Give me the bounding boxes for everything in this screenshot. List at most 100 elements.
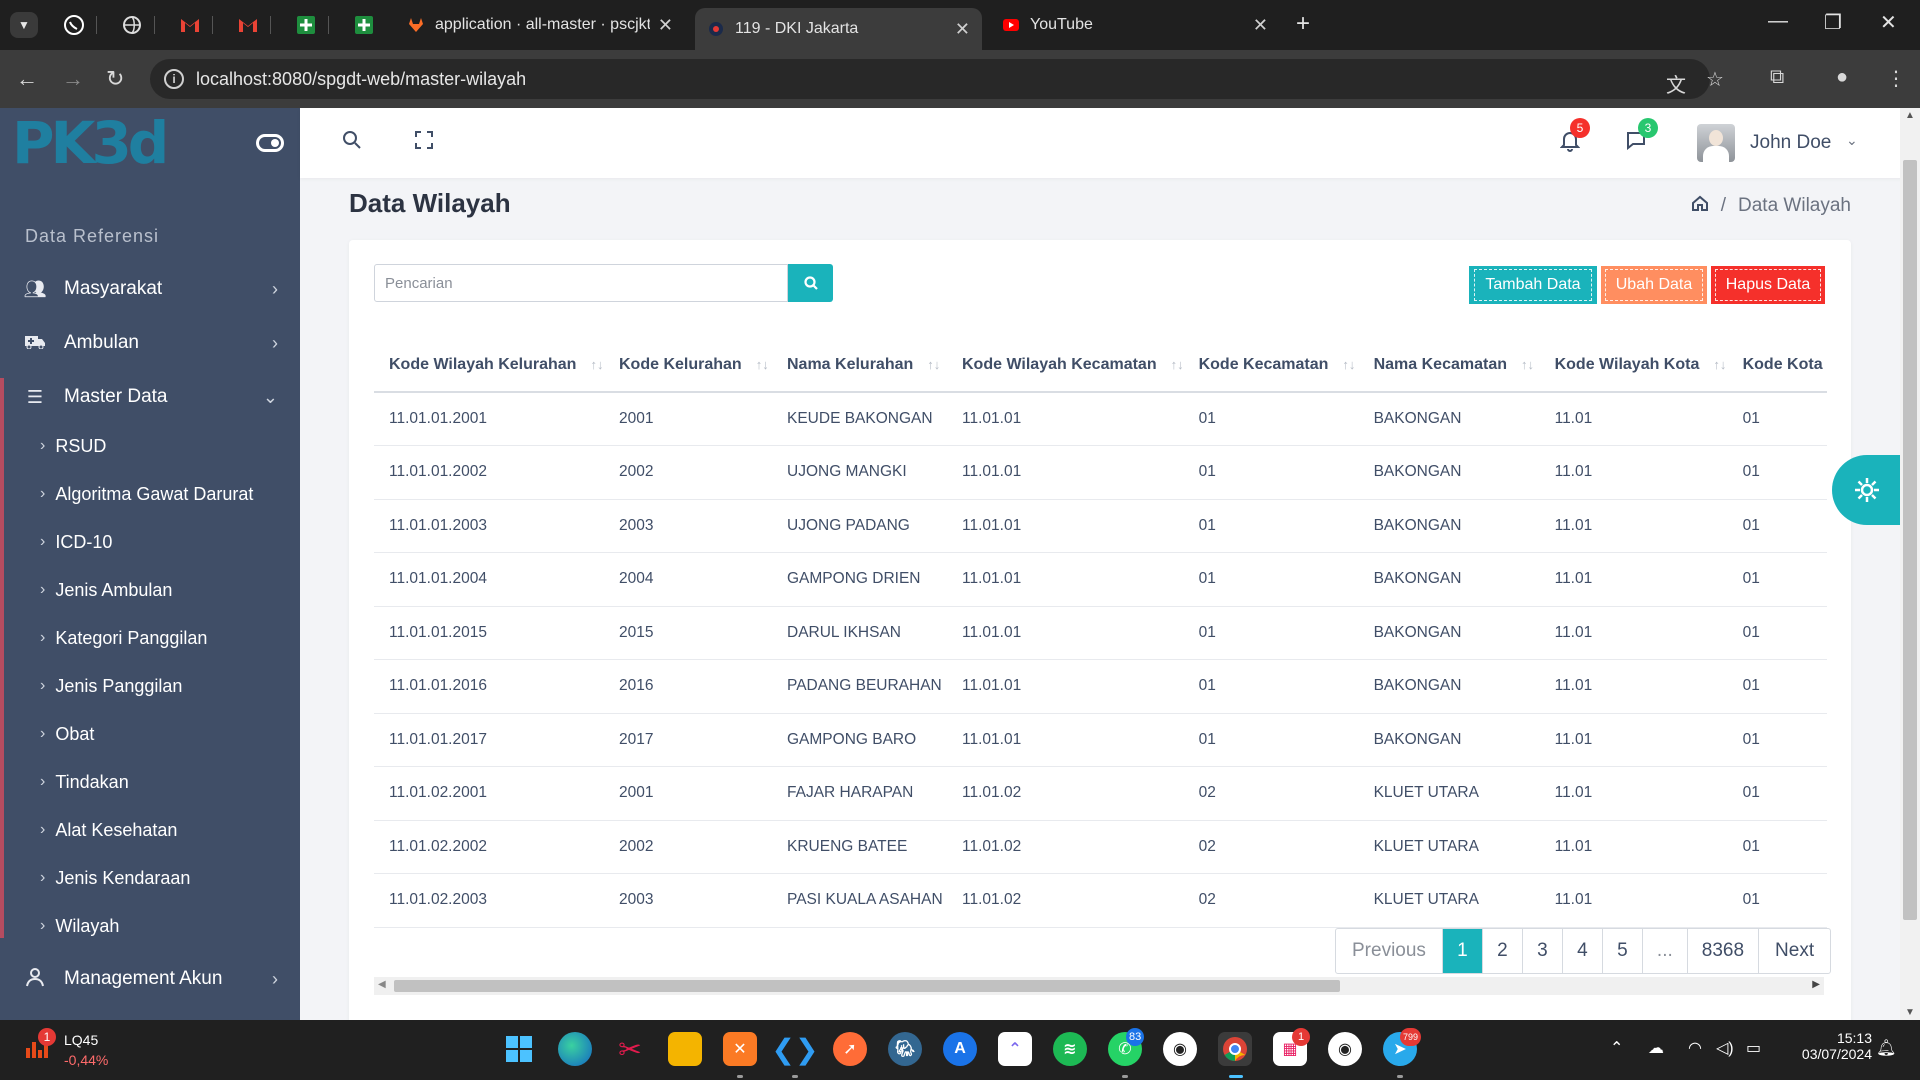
pagination-next[interactable]: Next [1759, 929, 1830, 973]
sidebar-subitem-rsud[interactable]: › RSUD [0, 426, 300, 466]
table-row[interactable]: 11.01.01.2001 2001 KEUDE BAKONGAN 11.01.01 0… [374, 392, 1827, 446]
address-bar[interactable]: i localhost:8080/spgdt-web/master-wilaya… [150, 59, 1724, 99]
pgadmin-app[interactable]: 🐘︎ [888, 1032, 922, 1066]
wifi-icon[interactable]: ◠ [1688, 1038, 1702, 1058]
home-icon[interactable] [1691, 194, 1709, 217]
page-vertical-scrollbar[interactable]: ▲ ▼ [1900, 108, 1920, 1020]
search-input[interactable] [374, 264, 788, 302]
github-desktop-app[interactable]: ◉ [1328, 1032, 1362, 1066]
column-header[interactable]: Kode Kota [1727, 338, 1827, 393]
clickup-app[interactable]: ⌃ [998, 1032, 1032, 1066]
column-header[interactable]: Kode Kecamatan ↑↓ [1183, 338, 1359, 393]
delete-data-button[interactable]: Hapus Data [1711, 266, 1825, 304]
sidebar-subitem-obat[interactable]: › Obat [0, 714, 300, 754]
profile-icon[interactable]: ● [1836, 66, 1848, 89]
scroll-left-icon[interactable]: ◀ [378, 979, 386, 990]
pagination-previous[interactable]: Previous [1336, 929, 1443, 973]
minimize-button[interactable]: — [1768, 10, 1788, 33]
edge-app[interactable] [558, 1032, 592, 1066]
cloud-icon[interactable]: ☁ [1648, 1038, 1664, 1058]
table-row[interactable]: 11.01.01.2004 2004 GAMPONG DRIEN 11.01.01 01… [374, 552, 1827, 607]
chevron-up-icon[interactable]: ⌃ [1610, 1038, 1623, 1058]
settings-gear-button[interactable] [1832, 455, 1902, 525]
whatsapp-pinned-tab[interactable] [62, 13, 86, 37]
table-row[interactable]: 11.01.02.2002 2002 KRUENG BATEE 11.01.02 02 K… [374, 820, 1827, 874]
table-row[interactable]: 11.01.01.2016 2016 PADANG BEURAHAN 11.01.01… [374, 659, 1827, 714]
close-tab-icon[interactable]: ✕ [658, 15, 673, 36]
sidebar-subitem-algoritma[interactable]: › Algoritma Gawat Darurat [0, 474, 300, 514]
xampp-app[interactable]: ✕ [723, 1032, 757, 1066]
new-tab-button[interactable]: + [1296, 10, 1310, 38]
translate-icon[interactable]: 文 [1666, 69, 1686, 98]
pagination-page[interactable]: 2 [1483, 929, 1523, 973]
user-name[interactable]: John Doe [1750, 132, 1831, 154]
back-button[interactable]: ← [16, 66, 38, 92]
gmail-pinned-tab[interactable] [178, 13, 202, 37]
gmail-pinned-tab[interactable] [236, 13, 260, 37]
notifications-bell-icon[interactable]: 🔔︎ [1876, 1038, 1896, 1058]
column-header[interactable]: Nama Kelurahan ↑↓ [772, 338, 947, 393]
pagination-page[interactable]: 8368 [1688, 929, 1760, 973]
pagination-page[interactable]: 1 [1442, 929, 1483, 973]
search-button[interactable] [788, 264, 833, 302]
column-header[interactable]: Kode Wilayah Kota ↑↓ [1539, 338, 1728, 393]
file-explorer-app[interactable] [668, 1032, 702, 1066]
github-app[interactable]: ◉ [1163, 1032, 1197, 1066]
start-button[interactable] [502, 1032, 536, 1066]
close-window-button[interactable]: ✕ [1880, 10, 1897, 35]
forward-button[interactable]: → [62, 66, 84, 92]
scrollbar-thumb[interactable] [394, 980, 1340, 992]
sheets-pinned-tab[interactable] [294, 13, 318, 37]
sidebar-subitem-tindakan[interactable]: › Tindakan [0, 762, 300, 802]
sidebar-subitem-wilayah[interactable]: › Wilayah [0, 906, 300, 946]
close-tab-icon[interactable]: ✕ [1253, 15, 1268, 36]
tab-gitlab[interactable]: application · all-master · pscjkt / ✕ [395, 8, 685, 42]
site-info-icon[interactable]: i [164, 69, 184, 89]
sidebar-subitem-icd10[interactable]: › ICD-10 [0, 522, 300, 562]
logo[interactable]: PK3d [12, 114, 169, 172]
tab-dki-jakarta[interactable]: 119 - DKI Jakarta ✕ [695, 8, 982, 50]
add-data-button[interactable]: Tambah Data [1469, 266, 1597, 304]
column-header[interactable]: Kode Wilayah Kecamatan ↑↓ [947, 338, 1184, 393]
sidebar-item-ambulan[interactable]: Ambulan › [0, 318, 300, 368]
scrollbar-thumb[interactable] [1903, 160, 1917, 920]
fullscreen-icon[interactable] [414, 130, 434, 156]
column-header[interactable]: Nama Kecamatan ↑↓ [1358, 338, 1540, 393]
browser-menu-icon[interactable]: ⋮ [1886, 66, 1906, 91]
table-row[interactable]: 11.01.01.2003 2003 UJONG PADANG 11.01.01 01 B… [374, 499, 1827, 553]
sidebar-subitem-jenis-ambulan[interactable]: › Jenis Ambulan [0, 570, 300, 610]
table-row[interactable]: 11.01.02.2003 2003 PASI KUALA ASAHAN 11.01.… [374, 873, 1827, 928]
reload-button[interactable]: ↻ [106, 66, 124, 92]
battery-icon[interactable]: ▭ [1746, 1038, 1761, 1058]
table-row[interactable]: 11.01.01.2015 2015 DARUL IKHSAN 11.01.01 01 B… [374, 606, 1827, 660]
table-row[interactable]: 11.01.01.2002 2002 UJONG MANGKI 11.01.01 01 B… [374, 445, 1827, 500]
chrome-app[interactable] [1218, 1032, 1252, 1066]
table-row[interactable]: 11.01.01.2017 2017 GAMPONG BARO 11.01.01 01 B… [374, 713, 1827, 767]
close-tab-icon[interactable]: ✕ [955, 19, 970, 40]
avatar[interactable] [1697, 124, 1735, 162]
edit-data-button[interactable]: Ubah Data [1601, 266, 1707, 304]
appstore-app[interactable]: A [943, 1032, 977, 1066]
pagination-page[interactable]: 3 [1523, 929, 1563, 973]
column-header[interactable]: Kode Kelurahan ↑↓ [604, 338, 772, 393]
spotify-app[interactable]: ≋ [1053, 1032, 1087, 1066]
volume-icon[interactable]: ◁) [1716, 1038, 1734, 1058]
search-icon[interactable] [342, 130, 362, 156]
bookmark-star-icon[interactable]: ☆ [1706, 67, 1724, 92]
sidebar-toggle-icon[interactable] [256, 134, 284, 152]
sheets-pinned-tab[interactable] [352, 13, 376, 37]
sidebar-subitem-kategori-panggilan[interactable]: › Kategori Panggilan [0, 618, 300, 658]
vscode-app[interactable]: ❮❯ [772, 1032, 819, 1066]
scroll-right-icon[interactable]: ▶ [1812, 979, 1820, 990]
chevron-down-icon[interactable]: ⌄ [1846, 132, 1858, 149]
sidebar-subitem-jenis-kendaraan[interactable]: › Jenis Kendaraan [0, 858, 300, 898]
column-header[interactable]: Kode Wilayah Kelurahan ↑↓ [374, 338, 604, 393]
globe-pinned-tab[interactable] [120, 13, 144, 37]
tab-search-button[interactable]: ▼ [10, 12, 38, 38]
scroll-up-icon[interactable]: ▲ [1905, 110, 1915, 121]
clock[interactable]: 15:13 03/07/2024 [1790, 1030, 1872, 1062]
snipping-app[interactable]: ✂ [613, 1032, 647, 1066]
postman-app[interactable]: ➚ [833, 1032, 867, 1066]
table-horizontal-scrollbar[interactable]: ◀ ▶ [374, 977, 1824, 995]
sidebar-item-master-data[interactable]: ☰ Master Data ⌄ [0, 372, 300, 422]
